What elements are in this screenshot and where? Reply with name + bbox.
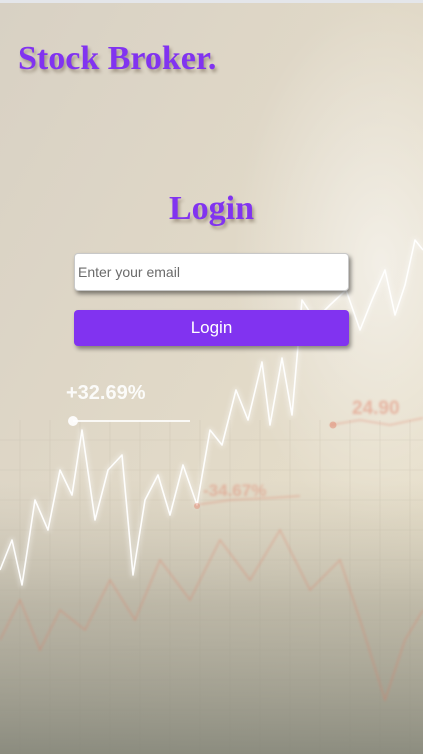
email-input[interactable] xyxy=(74,253,349,291)
svg-text:+32.69%: +32.69% xyxy=(66,382,146,404)
login-button[interactable]: Login xyxy=(74,310,349,346)
svg-text:24.90: 24.90 xyxy=(352,398,400,419)
browser-top-strip xyxy=(0,0,423,3)
svg-text:-34.67%: -34.67% xyxy=(203,481,266,500)
stock-chart-background: +32.69% 24.90 -34.67% xyxy=(0,0,423,754)
login-heading: Login xyxy=(168,190,255,227)
brand-logo-text[interactable]: Stock Broker. xyxy=(18,40,216,78)
